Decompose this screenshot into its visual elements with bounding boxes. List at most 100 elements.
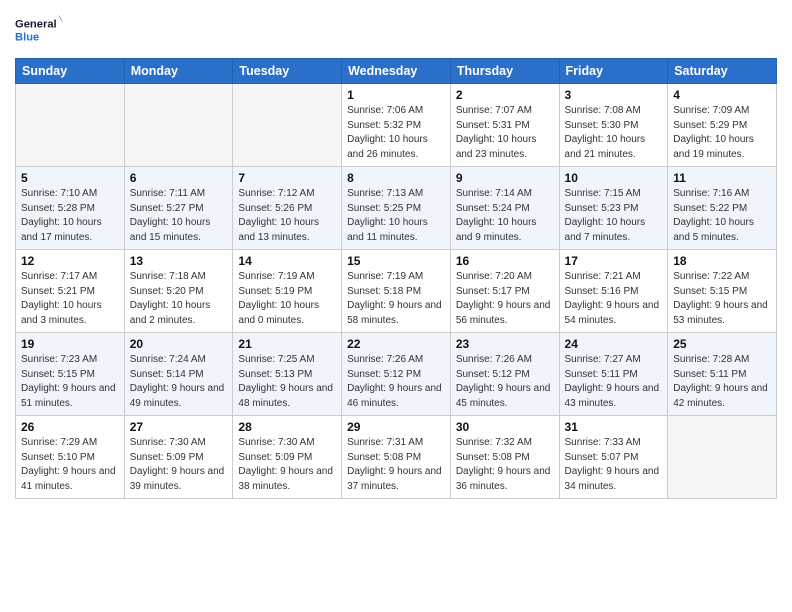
- calendar-day-cell: 9 Sunrise: 7:14 AMSunset: 5:24 PMDaylight…: [450, 167, 559, 250]
- sunset-label: Sunset: 5:22 PM: [673, 203, 747, 214]
- day-number: 23: [456, 337, 554, 351]
- day-number: 14: [238, 254, 336, 268]
- sunrise-label: Sunrise: 7:12 AM: [238, 188, 314, 199]
- day-info: Sunrise: 7:26 AMSunset: 5:12 PMDaylight:…: [456, 353, 554, 411]
- sunrise-label: Sunrise: 7:27 AM: [565, 354, 641, 365]
- page: General Blue SundayMondayTuesdayWednesda…: [0, 0, 792, 509]
- day-number: 26: [21, 420, 119, 434]
- daylight-label: Daylight: 10 hours and 23 minutes.: [456, 134, 537, 160]
- calendar-day-cell: 2 Sunrise: 7:07 AMSunset: 5:31 PMDaylight…: [450, 84, 559, 167]
- calendar-header-monday: Monday: [124, 59, 233, 84]
- sunset-label: Sunset: 5:27 PM: [130, 203, 204, 214]
- sunrise-label: Sunrise: 7:25 AM: [238, 354, 314, 365]
- daylight-label: Daylight: 10 hours and 3 minutes.: [21, 300, 102, 326]
- day-number: 30: [456, 420, 554, 434]
- day-number: 21: [238, 337, 336, 351]
- sunset-label: Sunset: 5:21 PM: [21, 286, 95, 297]
- daylight-label: Daylight: 9 hours and 51 minutes.: [21, 383, 116, 409]
- day-info: Sunrise: 7:22 AM Sunset: 5:15 PM Daylight:…: [673, 270, 771, 328]
- sunrise-label: Sunrise: 7:31 AM: [347, 437, 423, 448]
- day-info: Sunrise: 7:09 AM Sunset: 5:29 PM Daylight:…: [673, 104, 771, 162]
- sunrise-label: Sunrise: 7:09 AM: [673, 105, 749, 116]
- sunrise-label: Sunrise: 7:07 AM: [456, 105, 532, 116]
- sunrise-label: Sunrise: 7:26 AM: [347, 354, 423, 365]
- day-info: Sunrise: 7:30 AMSunset: 5:09 PMDaylight:…: [130, 436, 228, 494]
- daylight-label: Daylight: 9 hours and 49 minutes.: [130, 383, 225, 409]
- day-number: 8: [347, 171, 445, 185]
- calendar-day-cell: 5Sunrise: 7:10 AMSunset: 5:28 PMDaylight…: [16, 167, 125, 250]
- day-info: Sunrise: 7:14 AMSunset: 5:24 PMDaylight:…: [456, 187, 554, 245]
- sunset-label: Sunset: 5:11 PM: [673, 369, 746, 380]
- sunrise-label: Sunrise: 7:22 AM: [673, 271, 749, 282]
- calendar-week-row: 5Sunrise: 7:10 AMSunset: 5:28 PMDaylight…: [16, 167, 777, 250]
- calendar-header-sunday: Sunday: [16, 59, 125, 84]
- svg-text:General: General: [15, 19, 57, 31]
- calendar-day-cell: 3Sunrise: 7:08 AMSunset: 5:30 PMDaylight…: [559, 84, 668, 167]
- sunset-label: Sunset: 5:30 PM: [565, 120, 639, 131]
- sunrise-label: Sunrise: 7:32 AM: [456, 437, 532, 448]
- sunset-label: Sunset: 5:15 PM: [21, 369, 95, 380]
- sunset-label: Sunset: 5:09 PM: [238, 452, 312, 463]
- day-number: 20: [130, 337, 228, 351]
- calendar-day-cell: [16, 84, 125, 167]
- calendar-day-cell: 20 Sunrise: 7:24 AM Sunset: 5:14 PM Dayligh…: [124, 333, 233, 416]
- calendar-week-row: 26Sunrise: 7:29 AMSunset: 5:10 PMDayligh…: [16, 416, 777, 499]
- sunrise-label: Sunrise: 7:23 AM: [21, 354, 97, 365]
- calendar-week-row: 1Sunrise: 7:06 AMSunset: 5:32 PMDaylight…: [16, 84, 777, 167]
- sunrise-label: Sunrise: 7:24 AM: [130, 354, 206, 365]
- day-number: 9: [456, 171, 554, 185]
- calendar-day-cell: 6Sunrise: 7:11 AMSunset: 5:27 PMDaylight…: [124, 167, 233, 250]
- day-info: Sunrise: 7:10 AMSunset: 5:28 PMDaylight:…: [21, 187, 119, 245]
- sunrise-label: Sunrise: 7:21 AM: [565, 271, 641, 282]
- day-info: Sunrise: 7:19 AMSunset: 5:19 PMDaylight:…: [238, 270, 336, 328]
- sunrise-label: Sunrise: 7:13 AM: [347, 188, 423, 199]
- calendar-header-tuesday: Tuesday: [233, 59, 342, 84]
- daylight-label: Daylight: 10 hours and 5 minutes.: [673, 217, 754, 243]
- sunset-label: Sunset: 5:15 PM: [673, 286, 747, 297]
- daylight-label: Daylight: 9 hours and 37 minutes.: [347, 466, 442, 492]
- sunset-label: Sunset: 5:14 PM: [130, 369, 204, 380]
- day-info: Sunrise: 7:33 AMSunset: 5:07 PMDaylight:…: [565, 436, 663, 494]
- daylight-label: Daylight: 9 hours and 41 minutes.: [21, 466, 116, 492]
- sunrise-label: Sunrise: 7:10 AM: [21, 188, 97, 199]
- calendar-day-cell: 1Sunrise: 7:06 AMSunset: 5:32 PMDaylight…: [342, 84, 451, 167]
- daylight-label: Daylight: 9 hours and 58 minutes.: [347, 300, 442, 326]
- day-info: Sunrise: 7:07 AMSunset: 5:31 PMDaylight:…: [456, 104, 554, 162]
- sunset-label: Sunset: 5:26 PM: [238, 203, 312, 214]
- calendar-day-cell: 27Sunrise: 7:30 AMSunset: 5:09 PMDayligh…: [124, 416, 233, 499]
- daylight-label: Daylight: 9 hours and 53 minutes.: [673, 300, 768, 326]
- sunrise-label: Sunrise: 7:29 AM: [21, 437, 97, 448]
- calendar-day-cell: 10Sunrise: 7:15 AMSunset: 5:23 PMDayligh…: [559, 167, 668, 250]
- sunset-label: Sunset: 5:25 PM: [347, 203, 421, 214]
- sunrise-label: Sunrise: 7:06 AM: [347, 105, 423, 116]
- sunrise-label: Sunrise: 7:33 AM: [565, 437, 641, 448]
- day-number: 1: [347, 88, 445, 102]
- calendar-header-row: SundayMondayTuesdayWednesdayThursdayFrid…: [16, 59, 777, 84]
- calendar-day-cell: 16Sunrise: 7:20 AMSunset: 5:17 PMDayligh…: [450, 250, 559, 333]
- calendar: SundayMondayTuesdayWednesdayThursdayFrid…: [15, 58, 777, 499]
- day-info: Sunrise: 7:31 AMSunset: 5:08 PMDaylight:…: [347, 436, 445, 494]
- calendar-day-cell: 7Sunrise: 7:12 AMSunset: 5:26 PMDaylight…: [233, 167, 342, 250]
- day-number: 2: [456, 88, 554, 102]
- day-number: 16: [456, 254, 554, 268]
- daylight-label: Daylight: 9 hours and 45 minutes.: [456, 383, 551, 409]
- calendar-day-cell: 23 Sunrise: 7:26 AMSunset: 5:12 PMDayligh…: [450, 333, 559, 416]
- day-number: 12: [21, 254, 119, 268]
- svg-text:Blue: Blue: [15, 31, 39, 43]
- daylight-label: Daylight: 10 hours and 26 minutes.: [347, 134, 428, 160]
- daylight-label: Daylight: 10 hours and 19 minutes.: [673, 134, 754, 160]
- day-info: Sunrise: 7:08 AMSunset: 5:30 PMDaylight:…: [565, 104, 663, 162]
- daylight-label: Daylight: 10 hours and 0 minutes.: [238, 300, 319, 326]
- daylight-label: Daylight: 9 hours and 46 minutes.: [347, 383, 442, 409]
- day-info: Sunrise: 7:25 AMSunset: 5:13 PMDaylight:…: [238, 353, 336, 411]
- sunrise-label: Sunrise: 7:30 AM: [130, 437, 206, 448]
- sunset-label: Sunset: 5:29 PM: [673, 120, 747, 131]
- day-info: Sunrise: 7:16 AMSunset: 5:22 PMDaylight:…: [673, 187, 771, 245]
- logo: General Blue: [15, 10, 63, 50]
- day-info: Sunrise: 7:13 AMSunset: 5:25 PMDaylight:…: [347, 187, 445, 245]
- calendar-header-saturday: Saturday: [668, 59, 777, 84]
- sunrise-label: Sunrise: 7:15 AM: [565, 188, 641, 199]
- day-info: Sunrise: 7:21 AMSunset: 5:16 PMDaylight:…: [565, 270, 663, 328]
- day-number: 22: [347, 337, 445, 351]
- calendar-day-cell: 21 Sunrise: 7:25 AMSunset: 5:13 PMDayligh…: [233, 333, 342, 416]
